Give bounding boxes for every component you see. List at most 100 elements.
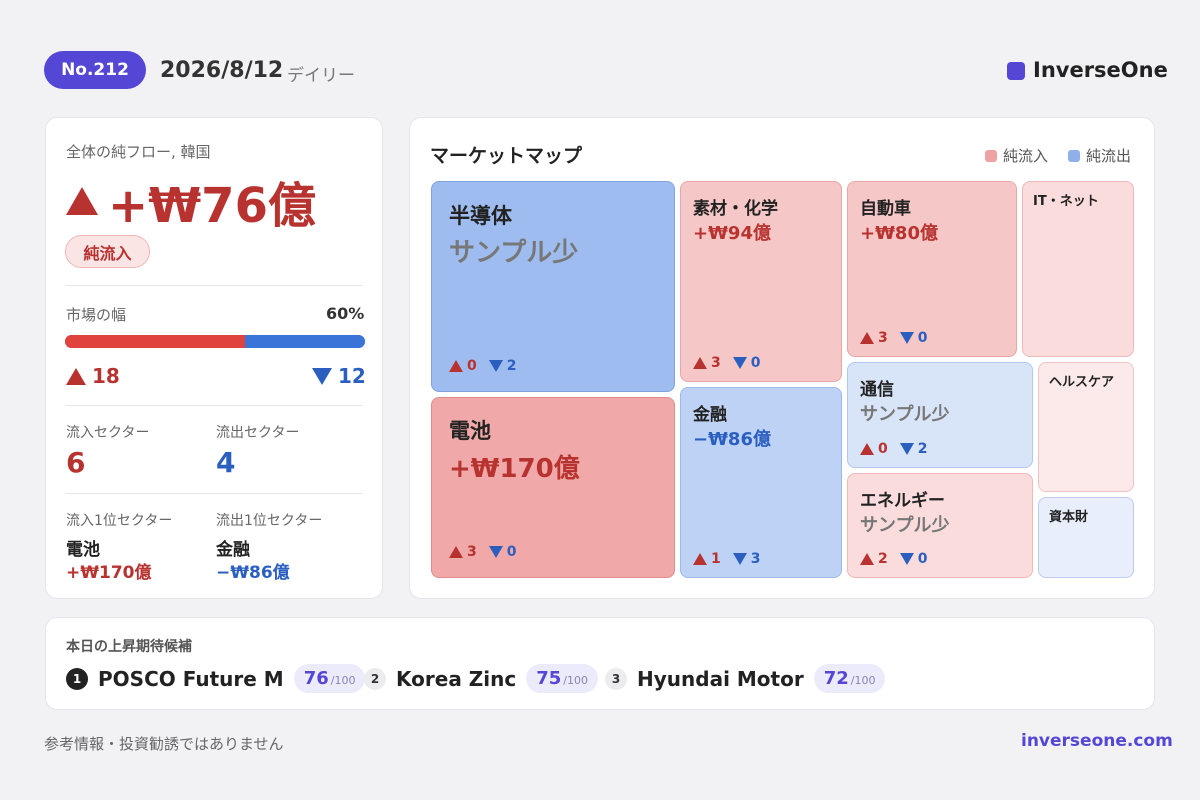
tile-counts: 1 3: [693, 551, 761, 567]
candidate-score: 76 /100: [293, 664, 366, 693]
tile-value: +₩80億: [860, 223, 938, 244]
tile-name: 通信: [860, 380, 894, 400]
tile-automobile[interactable]: 自動車 +₩80億 3 0: [847, 181, 1017, 357]
tile-down-count: 2: [899, 441, 928, 457]
tile-up-count: 2: [860, 551, 888, 567]
breadth-percent: 60%: [326, 304, 365, 323]
net-flow-label: 全体の純フロー, 韓国: [66, 143, 211, 161]
tile-finance[interactable]: 金融 −₩86億 1 3: [680, 387, 842, 578]
down-triangle-icon: [488, 360, 503, 372]
top-outflow-sector-name: 金融: [216, 540, 250, 560]
tile-materials-chemicals[interactable]: 素材・化学 +₩94億 3 0: [680, 181, 842, 382]
tile-semiconductor[interactable]: 半導体 サンプル少 0 2: [431, 181, 675, 392]
tile-up-count: 0: [449, 358, 477, 374]
tile-counts: 3 0: [449, 544, 517, 560]
down-count-value: 12: [338, 364, 366, 388]
tile-counts: 2 0: [860, 551, 928, 567]
legend-outflow: 純流出: [1068, 145, 1131, 166]
disclaimer: 参考情報・投資勧誘ではありません: [44, 735, 284, 753]
up-triangle-icon: [449, 546, 463, 558]
tile-up-count: 0: [860, 441, 888, 457]
score-value: 72: [823, 668, 849, 689]
tile-counts: 3 0: [693, 355, 761, 371]
candidate-item[interactable]: 1 POSCO Future M 76 /100: [66, 664, 366, 693]
direction-badge: 純流入: [65, 235, 150, 268]
down-count: 12: [312, 364, 366, 388]
score-value: 76: [303, 668, 329, 689]
tile-down-count: 3: [732, 551, 761, 567]
candidate-name: Korea Zinc: [396, 666, 517, 691]
tile-down-count: 0: [899, 551, 928, 567]
up-count: 18: [66, 364, 120, 388]
down-triangle-icon: [732, 357, 747, 369]
up-triangle-icon: [860, 443, 874, 455]
candidate-name: Hyundai Motor: [637, 666, 804, 691]
legend-inflow: 純流入: [985, 145, 1048, 166]
footer-link[interactable]: inverseone.com: [1021, 731, 1173, 751]
report-period: デイリー: [287, 66, 355, 86]
tile-down-count: 2: [488, 358, 517, 374]
inflow-sectors-count: 6: [66, 446, 86, 479]
score-max: /100: [850, 674, 876, 687]
tile-energy[interactable]: エネルギー サンプル少 2 0: [847, 473, 1033, 578]
tile-value: サンプル少: [860, 404, 950, 425]
tile-battery[interactable]: 電池 +₩170億 3 0: [431, 397, 675, 578]
tile-name: 金融: [693, 405, 727, 425]
inflow-sectors-label: 流入セクター: [66, 425, 150, 441]
net-flow-amount: +₩76億: [108, 178, 316, 234]
tile-it-internet[interactable]: IT・ネット: [1022, 181, 1134, 357]
outflow-sectors-count: 4: [216, 446, 236, 479]
divider: [65, 405, 363, 406]
down-triangle-icon: [899, 443, 914, 455]
tile-up-count: 3: [449, 544, 477, 560]
issue-number-badge: No.212: [44, 51, 146, 89]
market-map-title: マーケットマップ: [430, 145, 583, 167]
down-triangle-icon: [899, 553, 914, 565]
score-max: /100: [563, 674, 588, 687]
breadth-bar-down-fill: [245, 335, 365, 348]
tile-counts: 0 2: [449, 358, 517, 374]
tile-value: +₩94億: [693, 223, 771, 244]
divider: [65, 285, 363, 286]
down-triangle-icon: [732, 553, 747, 565]
tile-name: 素材・化学: [693, 199, 778, 219]
top-inflow-sector-value: +₩170億: [66, 563, 152, 583]
tile-down-count: 0: [899, 330, 928, 346]
tile-name: 電池: [449, 419, 491, 443]
tile-name: IT・ネット: [1033, 194, 1099, 209]
candidate-item[interactable]: 3 Hyundai Motor 72 /100: [605, 664, 886, 693]
up-triangle-icon: [449, 360, 463, 372]
tile-down-count: 0: [732, 355, 761, 371]
candidate-name: POSCO Future M: [98, 666, 284, 691]
rank-badge: 3: [605, 667, 627, 690]
tile-name: エネルギー: [860, 491, 945, 511]
down-triangle-icon: [312, 367, 332, 385]
legend-outflow-swatch: [1068, 149, 1080, 162]
brand-name: InverseOne: [1033, 58, 1168, 82]
legend-inflow-label: 純流入: [1003, 147, 1049, 165]
top-inflow-sector-name: 電池: [66, 540, 100, 560]
divider: [65, 493, 363, 494]
tile-value: −₩86億: [693, 429, 771, 450]
score-value: 75: [536, 668, 562, 689]
tile-healthcare[interactable]: ヘルスケア: [1038, 362, 1134, 492]
candidate-item[interactable]: 2 Korea Zinc 75 /100: [364, 664, 598, 693]
top-outflow-label: 流出1位セクター: [216, 513, 323, 529]
candidate-score: 72 /100: [813, 664, 886, 693]
up-triangle-icon: [860, 332, 874, 344]
tile-counts: 3 0: [860, 330, 928, 346]
tile-up-count: 1: [693, 551, 721, 567]
score-max: /100: [330, 674, 356, 687]
tile-capital-goods[interactable]: 資本財: [1038, 497, 1134, 578]
tile-telecom[interactable]: 通信 サンプル少 0 2: [847, 362, 1033, 468]
candidate-score: 75 /100: [526, 664, 598, 693]
breadth-bar: [65, 335, 365, 348]
breadth-bar-up-fill: [65, 335, 245, 348]
up-triangle-icon: [860, 553, 874, 565]
report-date: 2026/8/12: [160, 58, 284, 83]
down-triangle-icon: [488, 546, 503, 558]
candidates-title: 本日の上昇期待候補: [66, 639, 192, 655]
top-outflow-sector-value: −₩86億: [216, 563, 290, 583]
tile-name: 資本財: [1049, 510, 1089, 525]
tile-name: ヘルスケア: [1049, 375, 1115, 390]
